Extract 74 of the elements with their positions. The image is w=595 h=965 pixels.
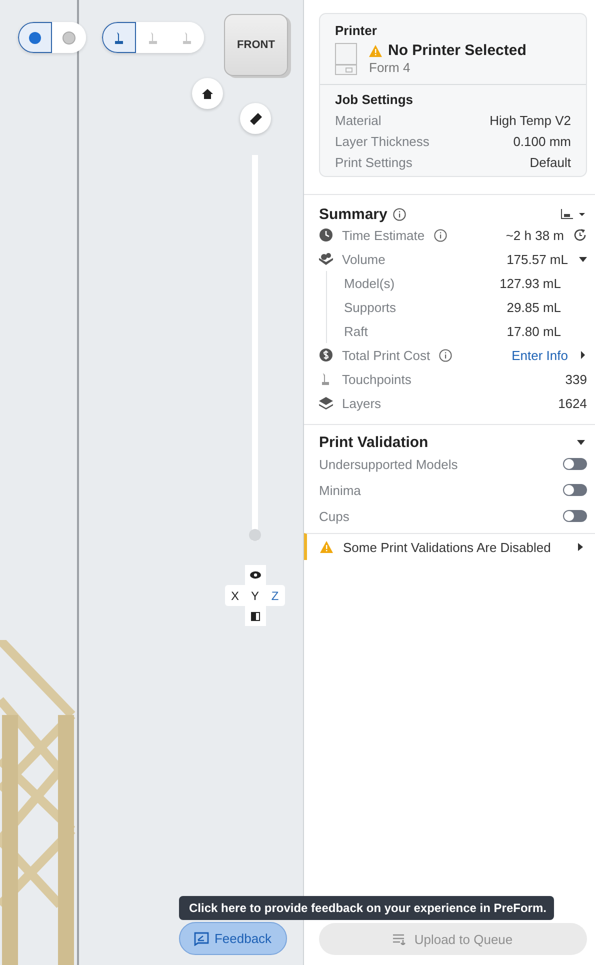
- home-button[interactable]: [192, 78, 223, 109]
- summary-label: Time Estimate: [342, 228, 425, 242]
- section-title: Print Validation: [319, 434, 428, 450]
- clock-icon: [319, 228, 333, 242]
- summary-label: Raft: [344, 324, 368, 338]
- sphere-icon: [62, 30, 76, 44]
- toggle-switch[interactable]: [563, 458, 587, 470]
- section-title: Printer: [335, 23, 378, 38]
- caret-icon[interactable]: [577, 440, 585, 444]
- axis-button[interactable]: Z: [265, 585, 285, 606]
- tooltip: Click here to provide feedback on your experience in PreForm.: [179, 896, 554, 920]
- summary-label: Supports: [344, 300, 396, 314]
- resin-drops-icon: [319, 252, 333, 266]
- eye-icon[interactable]: [250, 571, 260, 579]
- validation-label: Minima: [319, 482, 361, 498]
- info-icon[interactable]: [393, 208, 406, 220]
- validation-warning-row[interactable]: Some Print Validations Are Disabled: [304, 533, 595, 560]
- setting-value: High Temp V2: [490, 113, 571, 128]
- summary-value: 29.85 mL: [506, 300, 561, 314]
- support-icon: [113, 30, 125, 44]
- info-icon[interactable]: [434, 228, 447, 242]
- queue-icon: [393, 934, 406, 944]
- view-mode-button[interactable]: [18, 22, 52, 53]
- ruler-icon: [250, 112, 262, 124]
- feedback-button[interactable]: Feedback: [179, 922, 287, 955]
- warning-icon: [320, 541, 333, 553]
- caret-icon[interactable]: [579, 351, 587, 359]
- summary-label: Total Print Cost: [342, 348, 430, 362]
- warning-text: Some Print Validations Are Disabled: [343, 540, 551, 554]
- support-icon: [181, 30, 193, 44]
- summary-value: ~2 h 38 m: [506, 228, 564, 242]
- chat-icon: [194, 932, 210, 946]
- validation-label: Cups: [319, 508, 350, 524]
- summary-value: 339: [565, 372, 587, 386]
- sphere-icon: [28, 30, 42, 44]
- printer-icon: [335, 42, 357, 74]
- support-mode-button[interactable]: [102, 22, 136, 53]
- summary-label: Volume: [342, 252, 386, 266]
- section-title: Summary: [319, 206, 388, 222]
- measure-button[interactable]: [240, 103, 271, 134]
- caret-icon[interactable]: [579, 256, 587, 262]
- setting-value: 0.100 mm: [513, 134, 571, 149]
- support-icon: [147, 30, 159, 44]
- summary-label: Model(s): [344, 276, 395, 290]
- chart-dropdown-icon[interactable]: [561, 209, 585, 219]
- info-icon[interactable]: [439, 348, 452, 362]
- half-square-icon[interactable]: [250, 612, 260, 620]
- setting-label: Layer Thickness: [335, 134, 430, 149]
- section-title: Job Settings: [335, 92, 414, 107]
- summary-value: 175.57 mL: [506, 252, 568, 266]
- layers-icon: [319, 396, 333, 410]
- home-icon: [202, 88, 213, 98]
- caret-icon: [578, 543, 583, 551]
- setting-value: Default: [530, 155, 571, 170]
- validation-label: Undersupported Models: [319, 456, 458, 472]
- summary-value: 17.80 mL: [506, 324, 561, 338]
- setting-label: Material: [335, 113, 382, 128]
- warning-icon: [369, 44, 382, 56]
- summary-value: 1624: [558, 396, 587, 410]
- summary-label: Touchpoints: [342, 372, 412, 386]
- toggle-switch[interactable]: [563, 484, 587, 496]
- view-cube[interactable]: FRONT: [224, 14, 288, 76]
- axis-button[interactable]: Y: [245, 585, 265, 606]
- summary-label: Layers: [342, 396, 382, 410]
- dollar-icon: [319, 348, 333, 362]
- setting-label: Print Settings: [335, 155, 412, 170]
- printer-model: Form 4: [369, 60, 412, 75]
- toggle-switch[interactable]: [563, 510, 587, 522]
- axis-button[interactable]: X: [225, 585, 245, 606]
- printer-status: No Printer Selected: [388, 42, 526, 59]
- refresh-icon[interactable]: [573, 228, 587, 242]
- layer-slider[interactable]: [249, 155, 261, 541]
- enter-info-link[interactable]: Enter Info: [512, 348, 568, 362]
- summary-value: 127.93 mL: [500, 276, 561, 290]
